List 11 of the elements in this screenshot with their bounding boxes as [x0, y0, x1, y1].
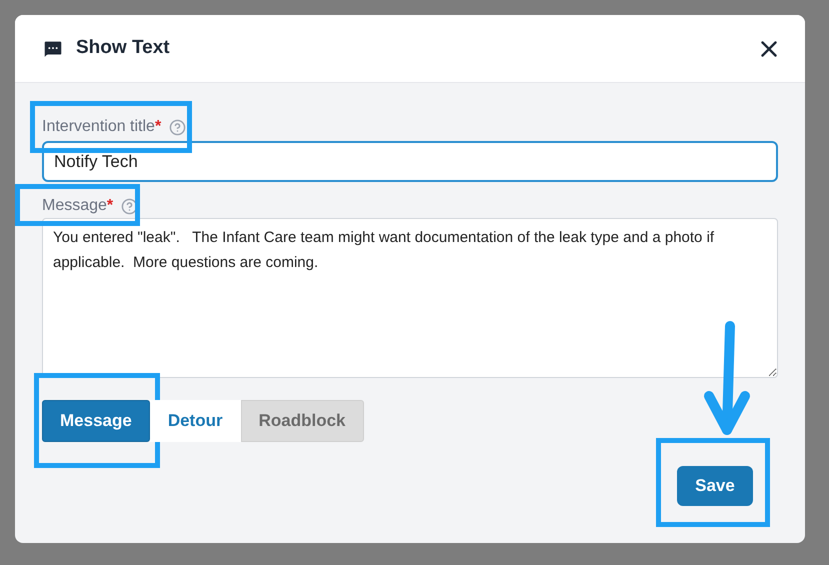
- field-label: Message: [42, 196, 107, 216]
- field-label: Intervention title: [42, 117, 155, 137]
- message-textarea[interactable]: You entered "leak". The Infant Care team might want documentation of the leak type and a photo if applicable. More questions are coming.: [42, 218, 778, 378]
- title-input[interactable]: Notify Tech: [42, 141, 778, 182]
- type-option[interactable]: Detour: [150, 400, 241, 442]
- type-option[interactable]: Message: [42, 400, 150, 442]
- dialog-title: Show Text: [76, 36, 170, 60]
- help-icon[interactable]: [169, 118, 186, 136]
- save-button[interactable]: Save: [677, 466, 753, 506]
- required-mark: *: [154, 117, 162, 137]
- required-mark: *: [106, 196, 114, 216]
